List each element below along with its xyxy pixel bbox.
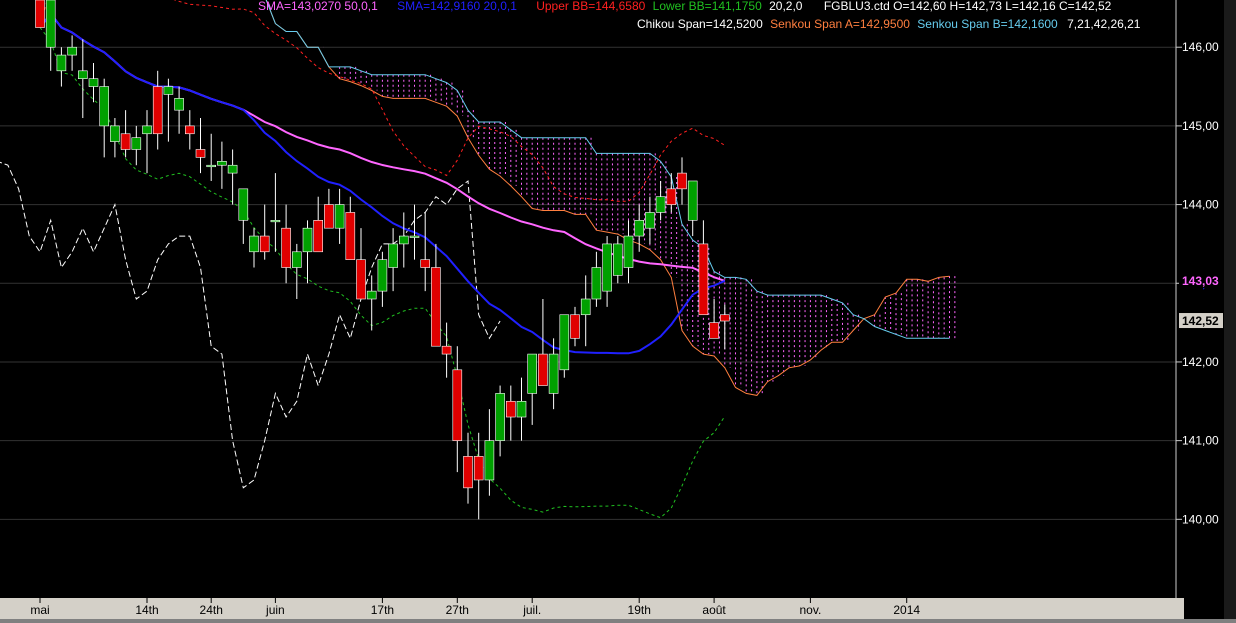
candle-up	[334, 204, 345, 229]
candle-up	[249, 235, 259, 253]
candle-up	[612, 243, 623, 276]
candle-up	[580, 298, 591, 316]
x-tick-label: nov.	[800, 603, 822, 617]
candle-up	[516, 400, 527, 418]
candle-up	[484, 440, 495, 481]
ichimoku-chart[interactable]: 146,00145,00144,00143,00142,00141,00140,…	[0, 0, 1236, 623]
candle-up	[687, 180, 698, 221]
candle-down	[441, 345, 452, 355]
candle-down	[709, 322, 719, 339]
chart-window[interactable]: 146,00145,00144,00143,00142,00141,00140,…	[0, 0, 1236, 623]
legend-ichimoku-params: 7,21,42,26,21	[1067, 17, 1141, 31]
candle-up	[291, 251, 302, 268]
candle-up	[548, 353, 559, 394]
candle-up	[623, 235, 634, 268]
candle-down	[505, 400, 516, 418]
candle-down	[345, 212, 356, 260]
candle-up	[398, 235, 409, 245]
price-labels: 143,00143,03142,52	[1179, 272, 1223, 329]
x-axis-bottom-edge	[0, 619, 1236, 623]
candle-up	[302, 227, 313, 253]
candle-down	[281, 227, 291, 268]
candle-up	[88, 78, 99, 87]
legend-sma50: SMA=143,0270 50,0,1	[258, 0, 378, 13]
candle-up	[206, 164, 216, 168]
candle-up	[634, 220, 645, 237]
price-label-last: 142,52	[1182, 314, 1219, 328]
candle-up	[559, 314, 570, 371]
y-tick-label: 141,00	[1182, 434, 1219, 448]
candle-up	[174, 98, 184, 111]
candle-down	[677, 172, 687, 190]
candle-down	[570, 314, 580, 339]
candle-down	[356, 259, 366, 300]
candle-up	[131, 137, 142, 150]
legend-lower-bb: Lower BB=141,1750	[653, 0, 762, 13]
candle-up	[655, 196, 666, 213]
candle-down	[195, 149, 206, 158]
price-label-sma50: 143,03	[1182, 274, 1219, 288]
candle-down	[185, 125, 195, 135]
legend-chikou: Chikou Span=142,5200	[637, 17, 763, 31]
candle-up	[409, 235, 420, 238]
legend-ohlc: FGBLU3.ctd O=142,60 H=142,73 L=142,16 C=…	[824, 0, 1112, 13]
x-tick-label: juil.	[522, 603, 541, 617]
candle-down	[463, 456, 473, 489]
candle-up	[110, 125, 120, 142]
candle-down	[324, 204, 334, 229]
candle-down	[120, 133, 131, 150]
candle-up	[227, 164, 238, 174]
candle-down	[452, 369, 463, 441]
candle-up	[527, 353, 538, 394]
candle-down	[719, 314, 730, 322]
candle-up	[495, 393, 505, 441]
legend-bb-params: 20,2,0	[769, 0, 803, 13]
legend-upper-bb: Upper BB=144,6580	[536, 0, 645, 13]
x-tick-label: 14th	[135, 603, 158, 617]
candle-down	[313, 220, 324, 253]
x-tick-label: 17th	[371, 603, 394, 617]
y-tick-label: 146,00	[1182, 40, 1219, 54]
legend-senkou-b: Senkou Span B=142,1600	[917, 17, 1058, 31]
candle-down	[698, 243, 709, 316]
candle-up	[645, 212, 655, 229]
candle-up	[78, 70, 88, 79]
candle-down	[538, 353, 548, 386]
candle-up	[99, 86, 109, 127]
candle-up	[142, 125, 152, 135]
candle-up	[56, 54, 67, 72]
x-tick-label: 19th	[628, 603, 651, 617]
candle-down	[420, 259, 431, 268]
candle-up	[238, 188, 249, 221]
candle-down	[666, 188, 677, 205]
x-tick-label: août	[702, 603, 726, 617]
candle-down	[35, 0, 45, 28]
candle-up	[217, 161, 227, 166]
candle-down	[473, 456, 484, 481]
y-tick-label: 145,00	[1182, 119, 1219, 133]
candle-up	[591, 267, 602, 300]
candle-down	[152, 86, 163, 135]
candle-up	[45, 0, 56, 48]
x-tick-label: 2014	[893, 603, 920, 617]
right-scrollbar-track[interactable]	[1224, 0, 1236, 623]
candle-down	[259, 235, 270, 253]
y-tick-label: 142,00	[1182, 355, 1219, 369]
x-tick-label: juin	[265, 603, 285, 617]
legend-sma20: SMA=142,9160 20,0,1	[397, 0, 517, 13]
candle-up	[602, 243, 612, 292]
y-tick-label: 144,00	[1182, 198, 1219, 212]
x-tick-label: 24th	[200, 603, 223, 617]
candle-up	[67, 46, 77, 56]
candle-up	[163, 86, 174, 95]
candle-up	[270, 220, 281, 223]
candle-up	[377, 259, 388, 292]
candle-up	[366, 290, 377, 300]
y-tick-label: 140,00	[1182, 512, 1219, 526]
candle-down	[431, 267, 441, 347]
candle-up	[388, 243, 398, 268]
x-tick-label: 27th	[446, 603, 469, 617]
x-tick-label: mai	[30, 603, 49, 617]
legend-senkou-a: Senkou Span A=142,9500	[770, 17, 910, 31]
